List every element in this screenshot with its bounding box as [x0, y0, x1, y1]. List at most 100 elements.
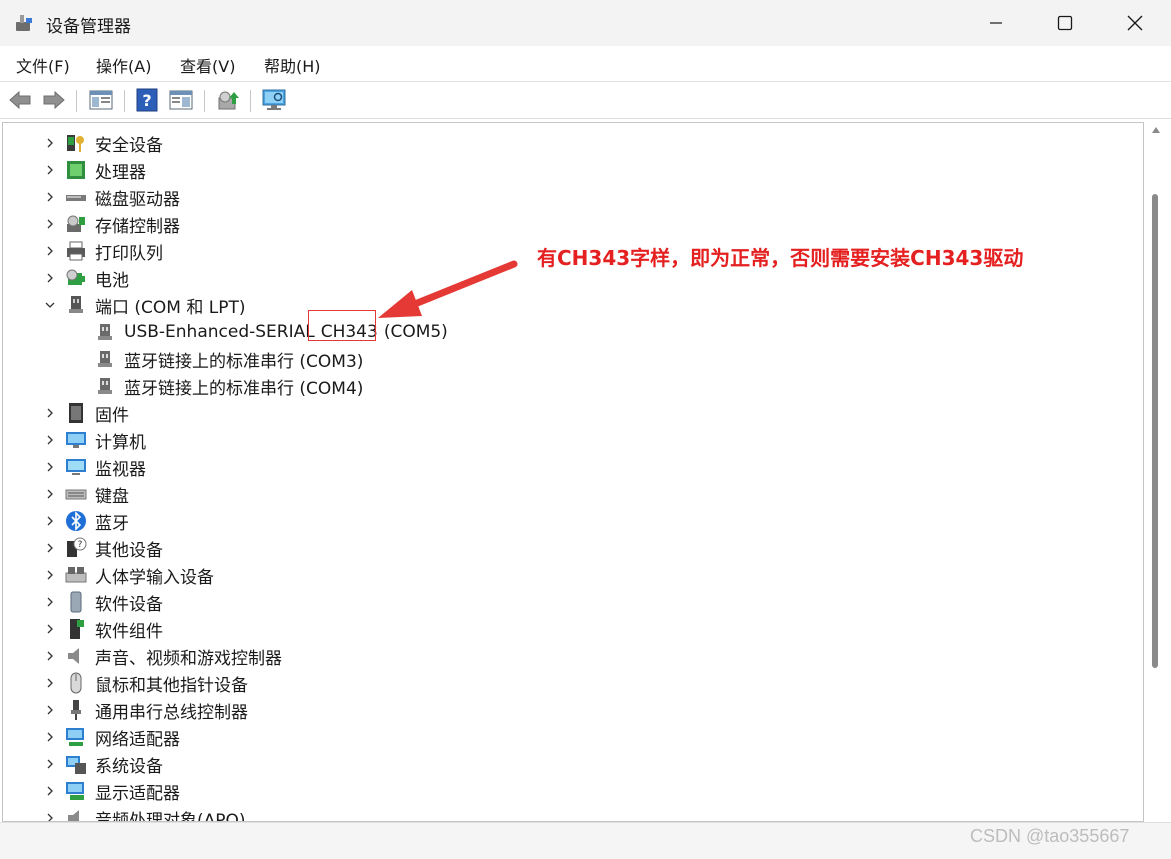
tree-category-hid[interactable]: 人体学输入设备: [47, 562, 214, 588]
toolbar-separator: [250, 90, 251, 112]
display-adapter-icon: [65, 780, 87, 802]
tree-category-speaker[interactable]: 声音、视频和游戏控制器: [47, 643, 282, 669]
menu-help[interactable]: 帮助(H): [264, 53, 321, 77]
chevron-right-icon[interactable]: [43, 811, 57, 821]
tree-category-disk-drive[interactable]: 磁盘驱动器: [47, 184, 180, 210]
show-hide-console-tree-button[interactable]: [88, 87, 114, 113]
port-device-icon: [94, 321, 116, 343]
tree-category-software-component[interactable]: 软件组件: [47, 616, 163, 642]
close-button[interactable]: [1100, 0, 1170, 46]
toolbar-separator: [204, 90, 205, 112]
computer-icon: [65, 429, 87, 451]
tree-category-security-key[interactable]: 安全设备: [47, 130, 163, 156]
tree-category-firmware[interactable]: 固件: [47, 400, 129, 426]
device-label: 蓝牙链接上的标准串行 (COM4): [124, 378, 364, 399]
device-label: USB-Enhanced-SERIAL: [124, 322, 315, 342]
tree-item-label: 系统设备: [95, 756, 163, 777]
scan-hardware-button[interactable]: [261, 87, 287, 113]
svg-text:?: ?: [142, 91, 151, 110]
device-tree[interactable]: 安全设备 处理器磁盘驱动器存储控制器打印队列 电池 端口 (COM 和 LPT) USB…: [2, 122, 1144, 822]
hid-icon: [65, 564, 87, 586]
speaker-icon: [65, 645, 87, 667]
tree-item-label: 鼠标和其他指针设备: [95, 675, 248, 696]
tree-category-usb[interactable]: 通用串行总线控制器: [47, 697, 248, 723]
tree-category-printer[interactable]: 打印队列: [47, 238, 163, 264]
port-icon: [65, 294, 87, 316]
help-button[interactable]: ?: [134, 87, 160, 113]
chevron-right-icon[interactable]: [43, 190, 57, 204]
tree-item-label: 固件: [95, 405, 129, 426]
maximize-button[interactable]: [1030, 0, 1100, 46]
chevron-right-icon[interactable]: [43, 784, 57, 798]
chevron-right-icon[interactable]: [43, 406, 57, 420]
help-icon: ?: [136, 88, 158, 112]
apo-icon: [65, 807, 87, 821]
tree-category-mouse[interactable]: 鼠标和其他指针设备: [47, 670, 248, 696]
forward-button[interactable]: [41, 87, 67, 113]
menu-action[interactable]: 操作(A): [96, 53, 151, 77]
tree-item-label: 磁盘驱动器: [95, 189, 180, 210]
device-label: 蓝牙链接上的标准串行 (COM3): [124, 351, 364, 372]
tree-item-label: 监视器: [95, 459, 146, 480]
chevron-right-icon[interactable]: [43, 757, 57, 771]
tree-category-processor[interactable]: 处理器: [47, 157, 146, 183]
usb-icon: [65, 699, 87, 721]
tree-category-software-device[interactable]: 软件设备: [47, 589, 163, 615]
watermark: CSDN @tao355667: [970, 826, 1130, 846]
chevron-right-icon[interactable]: [43, 136, 57, 150]
vertical-scrollbar[interactable]: [1145, 122, 1169, 820]
scrollbar-thumb[interactable]: [1152, 194, 1158, 668]
tree-category-other-device[interactable]: ? 其他设备: [47, 535, 163, 561]
tree-category-computer[interactable]: 计算机: [47, 427, 146, 453]
chevron-right-icon[interactable]: [43, 244, 57, 258]
chevron-right-icon[interactable]: [43, 541, 57, 555]
chevron-right-icon[interactable]: [43, 271, 57, 285]
chevron-right-icon[interactable]: [43, 487, 57, 501]
tree-category-system-device[interactable]: 系统设备: [47, 751, 163, 777]
chevron-right-icon[interactable]: [43, 163, 57, 177]
chevron-right-icon[interactable]: [43, 568, 57, 582]
security-key-icon: [65, 132, 87, 154]
tree-item-label: 存储控制器: [95, 216, 180, 237]
tree-category-storage-controller[interactable]: 存储控制器: [47, 211, 180, 237]
tree-category-monitor[interactable]: 监视器: [47, 454, 146, 480]
menu-view[interactable]: 查看(V): [180, 53, 235, 77]
chevron-right-icon[interactable]: [43, 514, 57, 528]
tree-item-label: 软件设备: [95, 594, 163, 615]
tree-device-port[interactable]: 蓝牙链接上的标准串行 (COM3): [94, 346, 363, 372]
chevron-right-icon[interactable]: [43, 649, 57, 663]
mouse-icon: [65, 672, 87, 694]
properties-icon: [169, 90, 193, 110]
chevron-right-icon[interactable]: [43, 595, 57, 609]
back-button[interactable]: [7, 87, 33, 113]
tree-category-port[interactable]: 端口 (COM 和 LPT): [45, 292, 246, 318]
chevron-right-icon[interactable]: [43, 676, 57, 690]
tree-device-port[interactable]: 蓝牙链接上的标准串行 (COM4): [94, 373, 363, 399]
maximize-icon: [1057, 15, 1073, 31]
scroll-up-icon[interactable]: [1151, 126, 1161, 134]
properties-button[interactable]: [168, 87, 194, 113]
tree-item-label: 其他设备: [95, 540, 163, 561]
device-manager-icon: [16, 15, 32, 31]
tree-category-apo[interactable]: 音频处理对象(APO): [47, 805, 246, 822]
chevron-right-icon[interactable]: [43, 730, 57, 744]
tree-category-keyboard[interactable]: 键盘: [47, 481, 129, 507]
update-driver-button[interactable]: [216, 87, 242, 113]
chevron-right-icon[interactable]: [43, 622, 57, 636]
tree-item-label: 音频处理对象(APO): [95, 810, 246, 822]
chevron-right-icon[interactable]: [43, 460, 57, 474]
tree-container: 安全设备 处理器磁盘驱动器存储控制器打印队列 电池 端口 (COM 和 LPT) USB…: [3, 123, 1143, 821]
tree-item-label: 打印队列: [95, 243, 163, 264]
system-device-icon: [65, 753, 87, 775]
chevron-right-icon[interactable]: [43, 217, 57, 231]
tree-category-display-adapter[interactable]: 显示适配器: [47, 778, 180, 804]
tree-category-network-adapter[interactable]: 网络适配器: [47, 724, 180, 750]
minimize-button[interactable]: [961, 0, 1031, 46]
chevron-right-icon[interactable]: [43, 433, 57, 447]
tree-category-battery[interactable]: 电池: [47, 265, 129, 291]
chevron-right-icon[interactable]: [43, 703, 57, 717]
menu-file[interactable]: 文件(F): [16, 53, 70, 77]
software-component-icon: [65, 618, 87, 640]
chevron-down-icon[interactable]: [43, 298, 57, 312]
tree-category-bluetooth[interactable]: 蓝牙: [47, 508, 129, 534]
